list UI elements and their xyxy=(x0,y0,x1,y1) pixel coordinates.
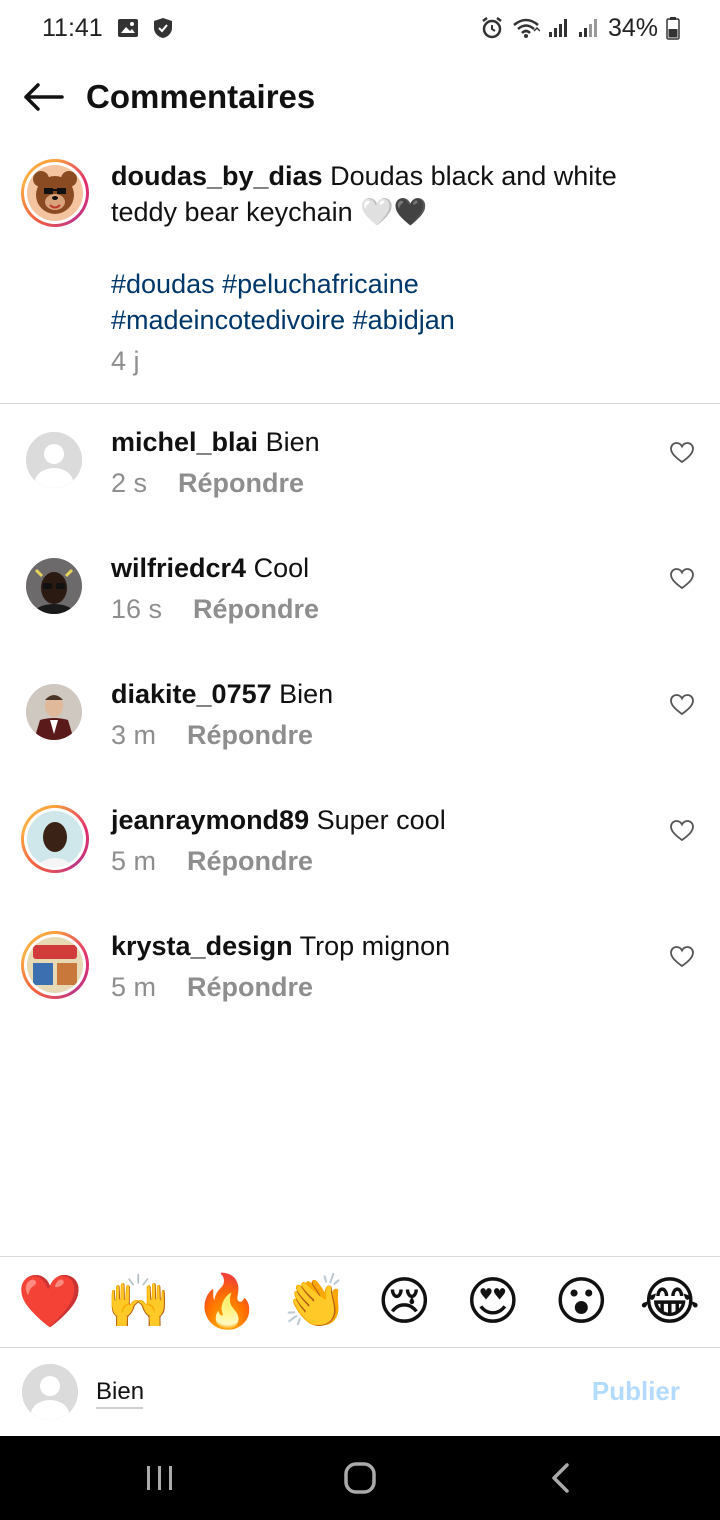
comment-text: michel_blai Bien xyxy=(111,424,320,460)
back-icon xyxy=(552,1463,569,1493)
comment-meta: 5 m Répondre xyxy=(111,846,313,877)
comment-item: wilfriedcr4 Cool 16 s Répondre xyxy=(0,550,720,676)
input-underline xyxy=(96,1407,143,1409)
emoji-laughing[interactable]: 😂 xyxy=(635,1272,705,1332)
comment-body: Cool xyxy=(253,553,310,583)
caption-username[interactable]: doudas_by_dias xyxy=(111,161,323,191)
user-photo-avatar xyxy=(27,811,83,867)
comment-username[interactable]: krysta_design xyxy=(111,931,293,961)
comment-body: Bien xyxy=(279,679,334,709)
avatar xyxy=(22,1364,78,1420)
heart-icon[interactable] xyxy=(670,946,694,968)
reply-button[interactable]: Répondre xyxy=(187,720,313,751)
emoji-heart-eyes[interactable]: 😍 xyxy=(458,1272,528,1332)
avatar[interactable] xyxy=(21,931,89,999)
default-avatar-icon xyxy=(26,432,82,488)
emoji-fire[interactable]: 🔥 xyxy=(192,1272,262,1332)
comment-meta: 5 m Répondre xyxy=(111,972,313,1003)
reply-button[interactable]: Répondre xyxy=(193,594,319,625)
home-button[interactable] xyxy=(320,1448,400,1508)
battery-icon xyxy=(666,16,680,40)
post-caption: doudas_by_dias Doudas black and white te… xyxy=(0,156,720,404)
avatar[interactable] xyxy=(26,558,82,614)
comment-username[interactable]: diakite_0757 xyxy=(111,679,272,709)
heart-icon[interactable] xyxy=(670,442,694,464)
reply-button[interactable]: Répondre xyxy=(187,846,313,877)
emoji-crying[interactable]: 😢 xyxy=(369,1272,439,1332)
brand-logo-avatar xyxy=(27,937,83,993)
comment-composer: Publier xyxy=(0,1348,720,1436)
comment-text: diakite_0757 Bien xyxy=(111,676,333,712)
back-button[interactable] xyxy=(0,62,86,132)
comment-body: Bien xyxy=(265,427,320,457)
avatar[interactable] xyxy=(26,432,82,488)
recent-apps-icon xyxy=(147,1466,172,1490)
hashtag-line[interactable]: #doudas #peluchafricaine xyxy=(111,266,455,302)
hashtag-line[interactable]: #madeincotedivoire #abidjan xyxy=(111,302,455,338)
emoji-heart[interactable]: ❤️ xyxy=(15,1272,85,1332)
comment-time: 16 s xyxy=(111,594,163,624)
emoji-raised-hands[interactable]: 🙌 xyxy=(104,1272,174,1332)
page-title: Commentaires xyxy=(86,78,316,115)
hashtags: #doudas #peluchafricaine #madeincotedivo… xyxy=(111,266,455,338)
publish-button[interactable]: Publier xyxy=(592,1376,680,1407)
heart-icon[interactable] xyxy=(670,820,694,842)
comment-meta: 16 s Répondre xyxy=(111,594,319,625)
back-nav-button[interactable] xyxy=(520,1448,600,1508)
signal-icon xyxy=(548,18,570,38)
comment-text: krysta_design Trop mignon xyxy=(111,928,450,964)
signal-icon xyxy=(578,18,600,38)
emoji-quick-bar: ❤️ 🙌 🔥 👏 😢 😍 😮 😂 xyxy=(0,1256,720,1348)
teddy-bear-avatar xyxy=(27,165,83,221)
status-bar: 11:41 34% xyxy=(0,0,720,56)
emoji-clapping[interactable]: 👏 xyxy=(281,1272,351,1332)
comment-username[interactable]: wilfriedcr4 xyxy=(111,553,246,583)
caption-text: doudas_by_dias Doudas black and white te… xyxy=(111,158,671,230)
comment-username[interactable]: jeanraymond89 xyxy=(111,805,309,835)
shield-icon xyxy=(153,17,173,39)
comment-item: diakite_0757 Bien 3 m Répondre xyxy=(0,676,720,802)
comment-item: jeanraymond89 Super cool 5 m Répondre xyxy=(0,802,720,928)
reply-button[interactable]: Répondre xyxy=(178,468,304,499)
avatar[interactable] xyxy=(26,684,82,740)
status-time: 11:41 xyxy=(42,13,103,42)
home-icon xyxy=(344,1462,376,1494)
comment-time: 5 m xyxy=(111,972,157,1002)
heart-icon[interactable] xyxy=(670,568,694,590)
comment-time: 5 m xyxy=(111,846,157,876)
alarm-icon xyxy=(480,16,504,40)
avatar[interactable] xyxy=(21,159,89,227)
comment-body: Trop mignon xyxy=(299,931,451,961)
comment-input[interactable] xyxy=(96,1370,556,1414)
avatar[interactable] xyxy=(21,805,89,873)
default-avatar-icon xyxy=(22,1364,78,1420)
arrow-left-icon xyxy=(24,83,64,111)
reply-button[interactable]: Répondre xyxy=(187,972,313,1003)
comment-item: krysta_design Trop mignon 5 m Répondre xyxy=(0,928,720,1054)
user-photo-avatar xyxy=(26,684,82,740)
wifi-icon xyxy=(512,17,540,39)
comment-meta: 2 s Répondre xyxy=(111,468,304,499)
comment-time: 3 m xyxy=(111,720,157,750)
caption-time: 4 j xyxy=(111,346,140,376)
comment-meta: 3 m Répondre xyxy=(111,720,313,751)
comment-time: 2 s xyxy=(111,468,148,498)
comment-username[interactable]: michel_blai xyxy=(111,427,258,457)
heart-icon[interactable] xyxy=(670,694,694,716)
emoji-surprised[interactable]: 😮 xyxy=(546,1272,616,1332)
system-nav-bar xyxy=(0,1436,720,1520)
comment-text: jeanraymond89 Super cool xyxy=(111,802,446,838)
header: Commentaires xyxy=(0,62,720,132)
user-photo-avatar xyxy=(26,558,82,614)
battery-percent: 34% xyxy=(607,13,658,42)
comment-body: Super cool xyxy=(316,805,446,835)
image-icon xyxy=(117,18,139,38)
comment-item: michel_blai Bien 2 s Répondre xyxy=(0,424,720,550)
recent-apps-button[interactable] xyxy=(120,1448,200,1508)
comment-text: wilfriedcr4 Cool xyxy=(111,550,309,586)
